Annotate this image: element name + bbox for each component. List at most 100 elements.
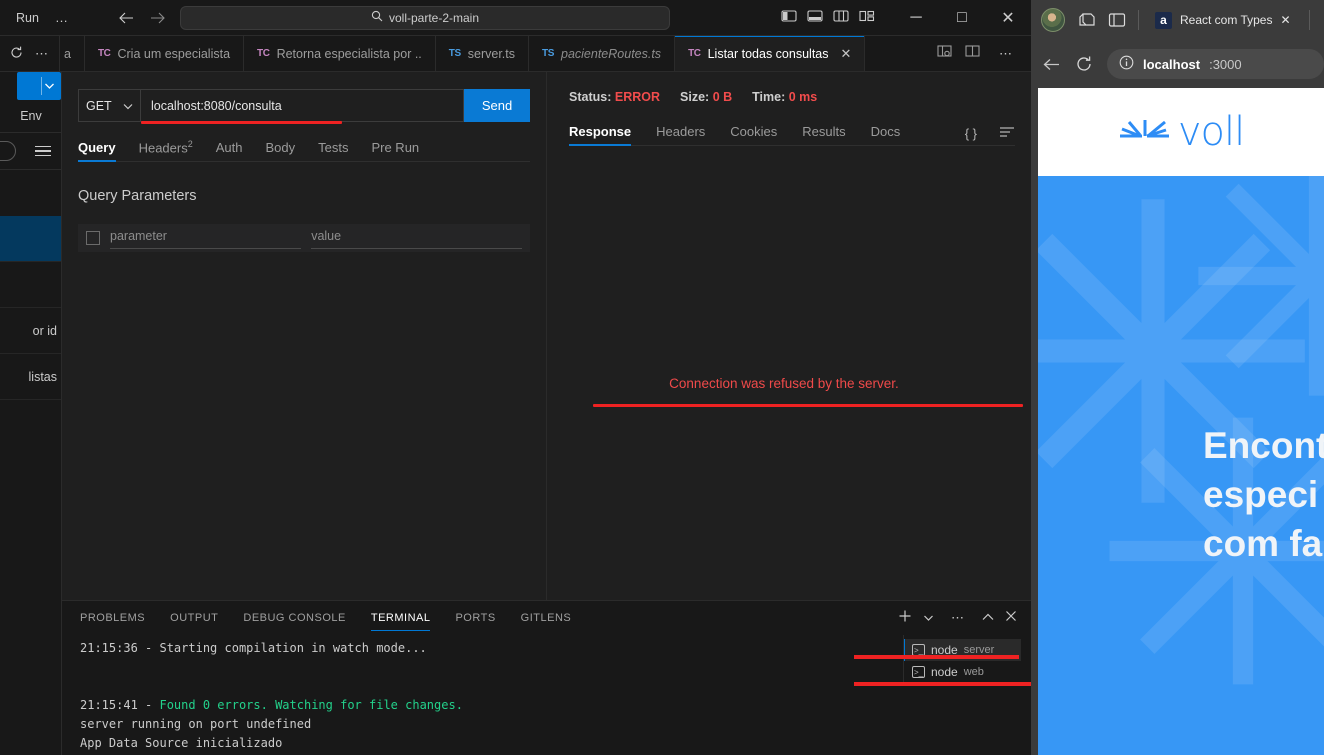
hero-headline-line-2: especi bbox=[1203, 474, 1319, 516]
browser-address-bar[interactable]: localhost:3000 bbox=[1107, 49, 1324, 79]
tab-pre-run[interactable]: Pre Run bbox=[371, 140, 419, 161]
customize-layout-icon[interactable] bbox=[859, 9, 875, 28]
voll-logo[interactable]: voll bbox=[1118, 109, 1245, 155]
tab-label: Pre Run bbox=[371, 140, 420, 155]
address-port: :3000 bbox=[1209, 56, 1242, 72]
toggle-secondary-sidebar-icon[interactable] bbox=[833, 9, 849, 28]
close-icon[interactable]: ✕ bbox=[841, 47, 852, 60]
split-editor-icon[interactable] bbox=[965, 44, 981, 63]
editor-tab-label: pacienteRoutes.ts bbox=[561, 46, 662, 61]
query-parameter-name-input[interactable]: parameter bbox=[110, 227, 302, 249]
editor-tab-server-ts[interactable]: TS server.ts bbox=[435, 36, 530, 71]
window-close-button[interactable]: ✕ bbox=[985, 0, 1031, 36]
window-minimize-button[interactable]: ─ bbox=[893, 0, 939, 36]
split-screen-icon[interactable] bbox=[1108, 12, 1126, 28]
editor-tab-paciente-routes-ts[interactable]: TS pacienteRoutes.ts bbox=[529, 36, 676, 71]
sidebar-item-3[interactable]: or id bbox=[0, 308, 61, 354]
split-editor-search-icon[interactable] bbox=[937, 44, 953, 63]
tab-tests[interactable]: Tests bbox=[318, 140, 348, 161]
editor-tab-cria-um-especialista[interactable]: TC Cria um especialista bbox=[84, 36, 245, 71]
refresh-icon[interactable] bbox=[10, 46, 23, 62]
back-icon[interactable] bbox=[1043, 57, 1061, 72]
titlebar-more-menu-button[interactable]: … bbox=[49, 8, 75, 27]
typescript-file-icon: TS bbox=[448, 48, 461, 59]
editor-tab-label: server.ts bbox=[467, 46, 516, 61]
vscode-window: Run … voll-parte-2-main ─ □ ✕ ⋯ a TC Cri… bbox=[0, 0, 1054, 755]
search-input[interactable] bbox=[0, 141, 16, 161]
wrap-lines-icon[interactable] bbox=[999, 126, 1015, 141]
back-icon[interactable] bbox=[118, 11, 135, 25]
toggle-panel-icon[interactable] bbox=[807, 9, 823, 28]
sidebar-item-0[interactable] bbox=[0, 170, 61, 216]
http-method-select[interactable]: GET bbox=[78, 89, 141, 122]
tab-docs[interactable]: Docs bbox=[871, 124, 901, 145]
editor-tab-retorna-especialista[interactable]: TC Retorna especialista por .. bbox=[244, 36, 436, 71]
panel-tab-problems[interactable]: PROBLEMS bbox=[80, 601, 145, 635]
terminal-instance-list: >_ node server >_ node web bbox=[854, 635, 1054, 686]
terminal-timestamp: 21:15:41 - bbox=[80, 698, 160, 712]
titlebar-right-group: ─ □ ✕ bbox=[781, 0, 1031, 36]
env-select-button[interactable] bbox=[17, 72, 61, 100]
terminal-instance-sub: web bbox=[963, 666, 984, 678]
sidebar-item-4[interactable]: listas bbox=[0, 354, 61, 400]
tabbar-more-icon[interactable]: ⋯ bbox=[29, 44, 55, 64]
annotation-node-server-underline bbox=[854, 655, 1019, 659]
close-panel-icon[interactable] bbox=[1005, 609, 1017, 627]
panel-tab-terminal[interactable]: TERMINAL bbox=[370, 601, 431, 635]
response-error-message: Connection was refused by the server. bbox=[669, 376, 899, 391]
browser-navigation-bar: localhost:3000 bbox=[1031, 40, 1324, 88]
reload-icon[interactable] bbox=[1075, 55, 1093, 73]
send-button[interactable]: Send bbox=[464, 89, 530, 122]
terminal-instance-node-web[interactable]: >_ node web bbox=[904, 661, 1021, 683]
size-group: Size: 0 B bbox=[680, 90, 732, 104]
query-parameter-checkbox[interactable] bbox=[86, 231, 100, 245]
maximize-panel-icon[interactable] bbox=[982, 609, 994, 627]
tab-response-headers[interactable]: Headers bbox=[656, 124, 705, 145]
tab-label: Response bbox=[569, 124, 632, 139]
panel-tab-gitlens[interactable]: GITLENS bbox=[521, 601, 572, 635]
env-label: Env bbox=[20, 109, 42, 123]
tab-results[interactable]: Results bbox=[802, 124, 845, 145]
add-terminal-icon[interactable] bbox=[898, 609, 912, 628]
panel-more-actions-icon[interactable]: ⋯ bbox=[945, 608, 971, 628]
tab-headers[interactable]: Headers2 bbox=[139, 139, 193, 161]
tab-cookies[interactable]: Cookies bbox=[730, 124, 777, 145]
panel-tab-debug-console[interactable]: DEBUG CONSOLE bbox=[243, 601, 345, 635]
tab-query[interactable]: Query bbox=[78, 140, 116, 162]
annotation-url-underline bbox=[141, 121, 342, 124]
editor-tab-clipped[interactable]: a bbox=[60, 36, 85, 71]
tab-auth[interactable]: Auth bbox=[216, 140, 243, 161]
toggle-primary-sidebar-icon[interactable] bbox=[781, 9, 797, 28]
browser-essentials-icon[interactable] bbox=[1077, 11, 1096, 29]
sidebar-item-2[interactable] bbox=[0, 262, 61, 308]
run-menu-button[interactable]: Run bbox=[8, 9, 47, 27]
profile-avatar[interactable] bbox=[1041, 8, 1065, 32]
request-url-input[interactable]: localhost:8080/consulta bbox=[141, 89, 464, 122]
tab-label: Docs bbox=[870, 124, 901, 139]
close-icon[interactable]: ✕ bbox=[1280, 13, 1290, 27]
tab-response[interactable]: Response bbox=[569, 124, 632, 146]
forward-icon[interactable] bbox=[149, 11, 166, 25]
thunder-client-pane: GET localhost:8080/consulta Send Query H… bbox=[62, 72, 1031, 600]
info-circle-icon[interactable] bbox=[1119, 55, 1134, 73]
panel-tab-output[interactable]: OUTPUT bbox=[170, 601, 218, 635]
sidebar-item-1[interactable] bbox=[0, 216, 61, 262]
panel-tab-ports[interactable]: PORTS bbox=[455, 601, 495, 635]
time-group: Time: 0 ms bbox=[752, 90, 817, 104]
decorative-star-icon bbox=[1198, 176, 1324, 396]
terminal-output[interactable]: 21:15:36 - Starting compilation in watch… bbox=[62, 635, 911, 755]
query-parameter-value-input[interactable]: value bbox=[311, 227, 522, 249]
browser-tab-react-com-types[interactable]: a React com Types ✕ bbox=[1151, 5, 1297, 35]
terminal-line-text: Found 0 errors. Watching for file change… bbox=[159, 698, 463, 712]
format-json-icon[interactable]: { } bbox=[965, 126, 977, 141]
editor-more-actions-icon[interactable]: ⋯ bbox=[993, 44, 1019, 64]
request-url-value: localhost:8080/consulta bbox=[151, 98, 282, 113]
command-center[interactable]: voll-parte-2-main bbox=[180, 5, 670, 30]
editor-tab-listar-todas-consultas[interactable]: TC Listar todas consultas ✕ bbox=[675, 36, 866, 71]
typescript-file-icon: TS bbox=[542, 48, 554, 59]
tab-body[interactable]: Body bbox=[265, 140, 295, 161]
terminal-dropdown-icon[interactable] bbox=[923, 609, 934, 627]
window-maximize-button[interactable]: □ bbox=[939, 0, 985, 36]
hamburger-menu-icon[interactable] bbox=[35, 145, 51, 157]
tab-label: Cookies bbox=[730, 124, 778, 139]
